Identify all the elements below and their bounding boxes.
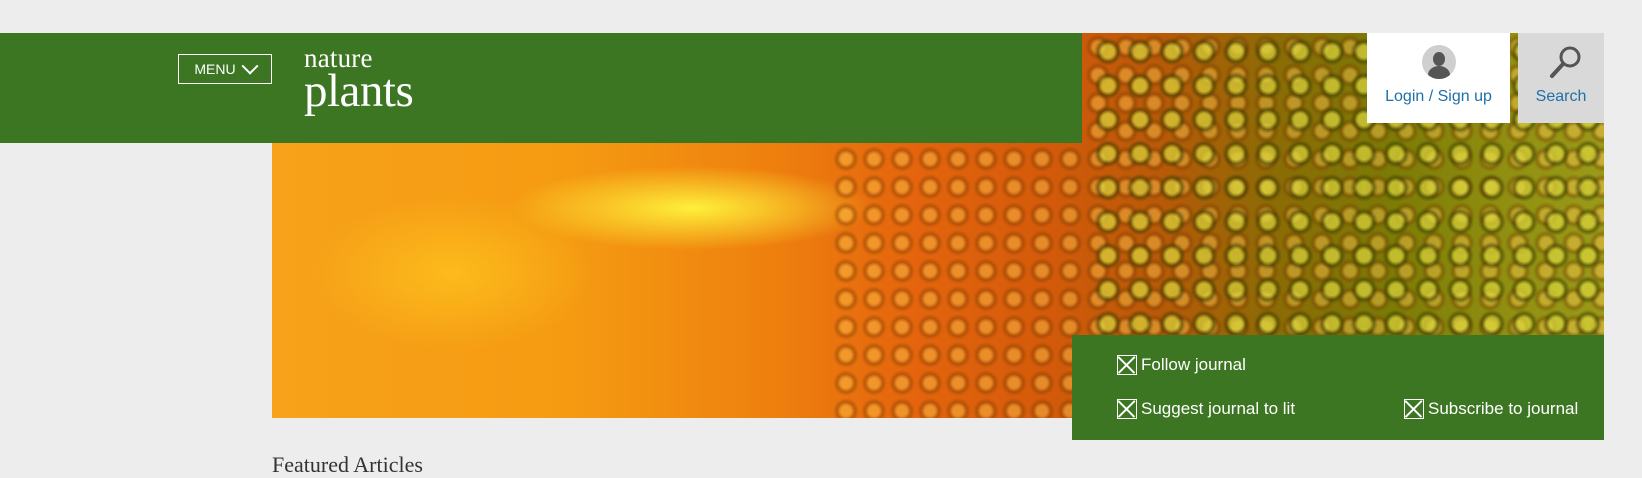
featured-articles-heading: Featured Articles	[272, 452, 423, 477]
suggest-journal-label: Suggest journal to lit	[1141, 399, 1296, 418]
subscribe-journal-label: Subscribe to journal	[1428, 399, 1579, 418]
follow-journal-label: Follow journal	[1141, 355, 1246, 374]
login-signup-button[interactable]: Login / Sign up	[1367, 33, 1510, 123]
logo-line-plants: plants	[304, 65, 414, 117]
search-icon	[1550, 46, 1581, 78]
login-label: Login / Sign up	[1385, 88, 1492, 105]
subscribe-journal-link[interactable]: Subscribe to journal	[1404, 399, 1578, 419]
follow-journal-link[interactable]: Follow journal	[1117, 355, 1246, 375]
broken-image-icon	[1117, 355, 1137, 375]
user-avatar-icon	[1422, 45, 1456, 79]
journal-header-bar	[0, 33, 1082, 143]
search-button[interactable]: Search	[1518, 33, 1604, 123]
broken-image-icon	[1404, 399, 1424, 419]
chevron-down-icon	[241, 57, 259, 75]
journal-logo[interactable]: nature plants	[304, 45, 414, 117]
menu-button[interactable]: MENU	[178, 54, 272, 84]
search-label: Search	[1535, 88, 1587, 105]
menu-label: MENU	[194, 61, 236, 77]
broken-image-icon	[1117, 399, 1137, 419]
suggest-journal-link[interactable]: Suggest journal to lit	[1117, 399, 1317, 419]
journal-actions-panel: Follow journal Suggest journal to lit Su…	[1072, 335, 1604, 440]
